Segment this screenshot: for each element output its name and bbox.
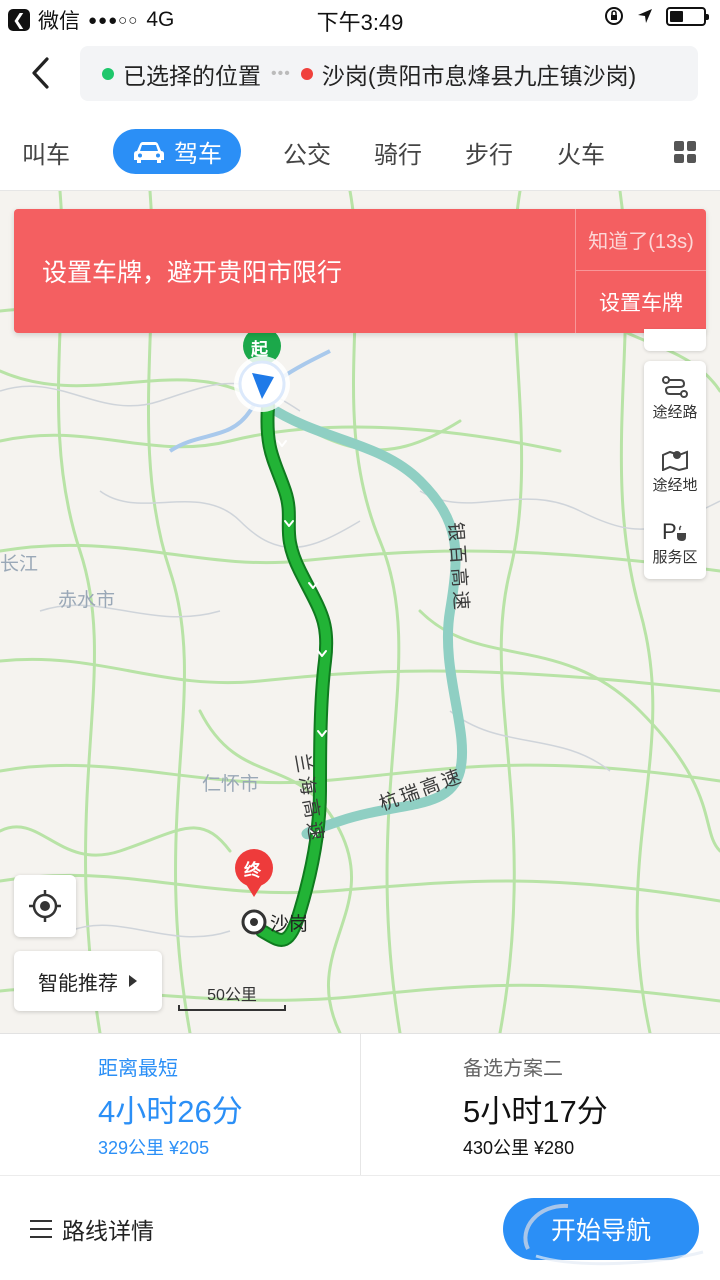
service-area-button[interactable]: P 服务区 [644, 507, 706, 579]
destination-label[interactable]: 沙岗(贵阳市息烽县九庄镇沙岗) [322, 57, 636, 91]
origin-dot-icon [102, 67, 114, 80]
banner-actions: 知道了(13s) 设置车牌 [575, 209, 706, 333]
separator-dots: ••• [271, 64, 291, 82]
smart-recommend-label: 智能推荐 [38, 972, 118, 995]
route-endpoints[interactable]: 已选择的位置 ••• 沙岗(贵阳市息烽县九庄镇沙岗) [80, 46, 698, 101]
primary-route-line[interactable] [257, 401, 332, 945]
svg-text:P: P [662, 519, 677, 543]
route-option-2[interactable]: 备选方案二 5小时17分 430公里 ¥280 [360, 1034, 720, 1176]
map-side-tools: 途经路 途经地 P 服务区 [644, 361, 706, 579]
via-road-icon [662, 376, 688, 398]
route-header: 已选择的位置 ••• 沙岗(贵阳市息烽县九庄镇沙岗) [0, 36, 720, 111]
triangle-right-icon [129, 975, 137, 987]
banner-message: 设置车牌，避开贵阳市限行 [42, 259, 343, 287]
route-1-meta: 329公里 ¥205 [98, 1138, 210, 1158]
route-2-title: 备选方案二 [463, 1058, 563, 1080]
list-icon [30, 1220, 52, 1238]
back-button[interactable] [20, 50, 60, 96]
set-plate-button[interactable]: 设置车牌 [576, 271, 706, 333]
transport-mode-tabs: 叫车 驾车 公交 骑行 步行 火车 [0, 111, 720, 191]
tab-walk[interactable]: 步行 [465, 135, 513, 170]
route-2-duration: 5小时17分 [463, 1094, 608, 1129]
tab-drive-label: 驾车 [174, 141, 222, 168]
location-arrow-icon [638, 9, 652, 23]
route-2-meta: 430公里 ¥280 [463, 1138, 575, 1158]
plate-restriction-banner: 设置车牌，避开贵阳市限行 知道了(13s) 设置车牌 [14, 209, 706, 333]
battery-icon [666, 6, 709, 26]
route-options: 距离最短 4小时26分 329公里 ¥205 备选方案二 5小时17分 430公… [0, 1033, 720, 1176]
status-bar: ❮ 微信 ●●●○○ 4G 下午3:49 [0, 0, 720, 36]
chevron-left-icon [32, 57, 49, 89]
car-icon [134, 141, 164, 163]
via-road-label: 途经路 [652, 404, 698, 421]
more-modes-grid-icon[interactable] [674, 141, 696, 163]
origin-label[interactable]: 已选择的位置 [123, 57, 261, 91]
layers-control[interactable] [644, 329, 706, 351]
place-label-renhuai: 仁怀市 [202, 774, 260, 795]
destination-dot-icon [300, 67, 313, 80]
smart-recommend-button[interactable]: 智能推荐 [14, 951, 162, 1011]
via-place-icon [662, 450, 688, 471]
end-place-label: 沙岗 [270, 914, 309, 935]
end-marker-label: 终 [244, 861, 261, 880]
place-label-chishui: 赤水市 [58, 590, 116, 611]
map-scale-bar [178, 1005, 286, 1011]
crosshair-icon [29, 890, 61, 922]
service-area-icon: P [662, 519, 686, 543]
tab-bike[interactable]: 骑行 [374, 135, 422, 170]
locate-me-button[interactable] [14, 875, 76, 937]
map-scale-label: 50公里 [207, 987, 257, 1004]
banner-dismiss-button[interactable]: 知道了(13s) [576, 209, 706, 271]
route-1-title: 距离最短 [98, 1058, 178, 1080]
route-details-label: 路线详情 [62, 1218, 154, 1244]
via-place-label: 途经地 [652, 477, 698, 494]
start-navigation-button[interactable]: 开始导航 [503, 1198, 699, 1260]
route-1-duration: 4小时26分 [98, 1094, 243, 1129]
tab-taxi[interactable]: 叫车 [22, 135, 70, 170]
via-road-button[interactable]: 途经路 [644, 363, 706, 435]
place-label-changjiang: 长江 [0, 554, 39, 575]
start-marker-label: 起 [251, 340, 268, 359]
service-area-label: 服务区 [652, 549, 698, 566]
route-details-button[interactable]: 路线详情 [30, 1212, 154, 1246]
tab-train[interactable]: 火车 [557, 135, 605, 170]
rotation-lock-icon [605, 7, 623, 25]
via-place-button[interactable]: 途经地 [644, 435, 706, 507]
bottom-action-bar: 路线详情 开始导航 [0, 1175, 720, 1280]
tab-bus[interactable]: 公交 [283, 135, 331, 170]
tab-drive[interactable]: 驾车 [113, 129, 241, 174]
route-option-1[interactable]: 距离最短 4小时26分 329公里 ¥205 [0, 1034, 360, 1176]
map-view[interactable]: 起 终 沙岗 赤水市 仁怀市 长江 兰海高速 杭瑞高速 银百高速 设置车牌，避开… [0, 191, 720, 1033]
